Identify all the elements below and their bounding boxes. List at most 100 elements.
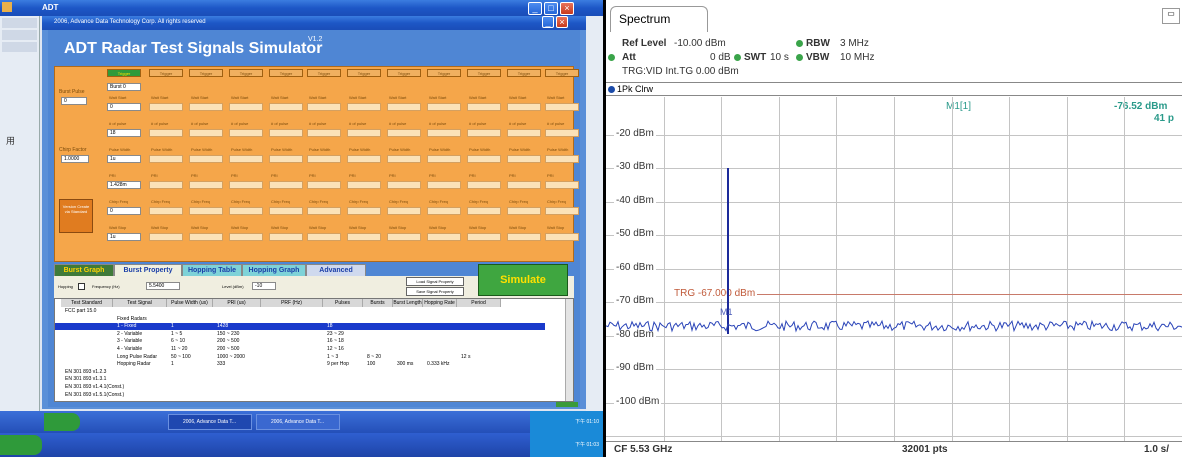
table-row[interactable]: 1 - Fixed 1 1428 18: [55, 323, 545, 331]
burst-field-input[interactable]: [347, 233, 381, 241]
tab-hopping-table[interactable]: Hopping Table: [182, 264, 242, 276]
burst-field-input[interactable]: [269, 233, 303, 241]
burst-field-input[interactable]: [229, 155, 263, 163]
burst-field-input[interactable]: [229, 103, 263, 111]
burst-field-input[interactable]: [507, 233, 541, 241]
burst-field-input[interactable]: [427, 129, 461, 137]
burst-field-input[interactable]: [387, 155, 421, 163]
trigger-button[interactable]: Trigger: [387, 69, 421, 77]
table-row[interactable]: 2 - Variable 1 ~ 5 150 ~ 230 23 ~ 29: [55, 331, 545, 338]
table-column-header[interactable]: Pulse Width (us): [167, 299, 213, 307]
maximize-button[interactable]: □: [544, 2, 558, 15]
tab-burst-graph[interactable]: Burst Graph: [54, 264, 114, 276]
burst-field-input[interactable]: [149, 233, 183, 241]
table-column-header[interactable]: Test Standard: [61, 299, 113, 307]
table-row[interactable]: FCC part 15.0: [55, 308, 545, 315]
frequency-input[interactable]: 5.5400: [146, 282, 180, 290]
burst-field-input[interactable]: [387, 207, 421, 215]
burst-field-input[interactable]: 1u: [107, 233, 141, 241]
burst-field-input[interactable]: [387, 129, 421, 137]
burst-field-input[interactable]: [507, 181, 541, 189]
burst-field-input[interactable]: [467, 233, 501, 241]
load-signal-button[interactable]: Load Signal Property: [406, 277, 464, 286]
burst-field-input[interactable]: 18: [107, 129, 141, 137]
burst-field-input[interactable]: [545, 129, 579, 137]
table-column-header[interactable]: PRI (us): [213, 299, 261, 307]
burst-field-input[interactable]: [427, 181, 461, 189]
inner-minimize-button[interactable]: _: [542, 16, 554, 28]
start-button-2[interactable]: [0, 435, 42, 455]
save-signal-button[interactable]: Save Signal Property: [406, 287, 464, 296]
table-column-header[interactable]: Bursts: [363, 299, 393, 307]
burst-field-input[interactable]: [347, 129, 381, 137]
table-scrollbar[interactable]: [565, 299, 573, 401]
trigger-button[interactable]: Trigger: [189, 69, 223, 77]
close-button[interactable]: ×: [560, 2, 574, 15]
table-column-header[interactable]: PRF (Hz): [261, 299, 323, 307]
trigger-button[interactable]: Trigger: [347, 69, 381, 77]
burst-field-input[interactable]: [545, 155, 579, 163]
burst-field-input[interactable]: [545, 181, 579, 189]
trigger-button[interactable]: Trigger: [467, 69, 501, 77]
level-input[interactable]: -10: [252, 282, 276, 290]
spectrum-plot[interactable]: M1[1] -76.52 dBm 41 p -20 dBm -30 dBm -40 …: [606, 97, 1182, 441]
table-row[interactable]: 3 - Variable 6 ~ 10 200 ~ 500 16 ~ 18: [55, 338, 545, 345]
burst-field-input[interactable]: [307, 233, 341, 241]
burst-field-input[interactable]: [507, 129, 541, 137]
table-row[interactable]: Hopping Radar 1 333 9 per Hop 100 300 ms 0.333…: [55, 361, 545, 368]
window-icon[interactable]: ▭: [1162, 8, 1180, 24]
burst-field-input[interactable]: [467, 155, 501, 163]
burst-field-input[interactable]: [545, 103, 579, 111]
trigger-button[interactable]: Trigger: [149, 69, 183, 77]
burst-field-input[interactable]: [347, 181, 381, 189]
burst-field-input[interactable]: [269, 103, 303, 111]
burst-field-input[interactable]: [307, 155, 341, 163]
burst-field-input[interactable]: [507, 207, 541, 215]
table-row[interactable]: EN 301 893 v1.2.3: [55, 369, 545, 376]
burst-field-input[interactable]: 0: [107, 207, 141, 215]
burst-field-input[interactable]: [467, 103, 501, 111]
taskbar-item-1[interactable]: 2006, Advance Data T...: [168, 414, 252, 430]
burst-field-input[interactable]: [347, 207, 381, 215]
burst-field-input[interactable]: [467, 181, 501, 189]
tab-burst-property[interactable]: Burst Property: [114, 264, 182, 276]
burst-field-input[interactable]: [189, 181, 223, 189]
burst-pulse-input[interactable]: 0: [61, 97, 87, 105]
burst-field-input[interactable]: [149, 207, 183, 215]
burst-field-input[interactable]: [545, 233, 579, 241]
burst-field-input[interactable]: [387, 233, 421, 241]
tab-spectrum[interactable]: Spectrum: [610, 6, 708, 32]
table-row[interactable]: EN 301 893 v1.5.1(Const.): [55, 392, 545, 399]
inner-close-button[interactable]: ×: [556, 16, 568, 28]
trigger-button[interactable]: Trigger: [269, 69, 303, 77]
burst-field-input[interactable]: [467, 129, 501, 137]
trigger-button[interactable]: Trigger: [107, 69, 141, 77]
tab-hopping-graph[interactable]: Hopping Graph: [242, 264, 306, 276]
burst-field-input[interactable]: [269, 207, 303, 215]
burst-field-input[interactable]: [387, 181, 421, 189]
burst-field-input[interactable]: [229, 181, 263, 189]
burst-field-input[interactable]: [189, 207, 223, 215]
minimize-button[interactable]: _: [528, 2, 542, 15]
trigger-button[interactable]: Trigger: [427, 69, 461, 77]
burst-field-input[interactable]: [545, 207, 579, 215]
trigger-button[interactable]: Trigger: [229, 69, 263, 77]
burst-field-input[interactable]: [229, 207, 263, 215]
burst-field-input[interactable]: [307, 181, 341, 189]
trigger-button[interactable]: Trigger: [545, 69, 579, 77]
tab-advanced[interactable]: Advanced: [306, 264, 366, 276]
burst-field-input[interactable]: [307, 129, 341, 137]
burst-field-input[interactable]: [307, 103, 341, 111]
burst-field-input[interactable]: [149, 103, 183, 111]
version-create-button[interactable]: Version Create via Standard: [59, 199, 93, 233]
signal-table[interactable]: Test Standard Test Signal Pulse Width (us)…: [54, 298, 574, 402]
burst-field-input[interactable]: [427, 155, 461, 163]
burst-field-input[interactable]: [387, 103, 421, 111]
table-row[interactable]: 4 - Variable 11 ~ 20 200 ~ 500 12 ~ 16: [55, 346, 545, 353]
table-column-header[interactable]: Burst Length: [393, 299, 423, 307]
taskbar-item-2[interactable]: 2006, Advance Data T...: [256, 414, 340, 430]
burst-field-input[interactable]: 1.428m: [107, 181, 141, 189]
burst-field-input[interactable]: [189, 129, 223, 137]
burst-field-input[interactable]: [347, 103, 381, 111]
burst-field-input[interactable]: [467, 207, 501, 215]
